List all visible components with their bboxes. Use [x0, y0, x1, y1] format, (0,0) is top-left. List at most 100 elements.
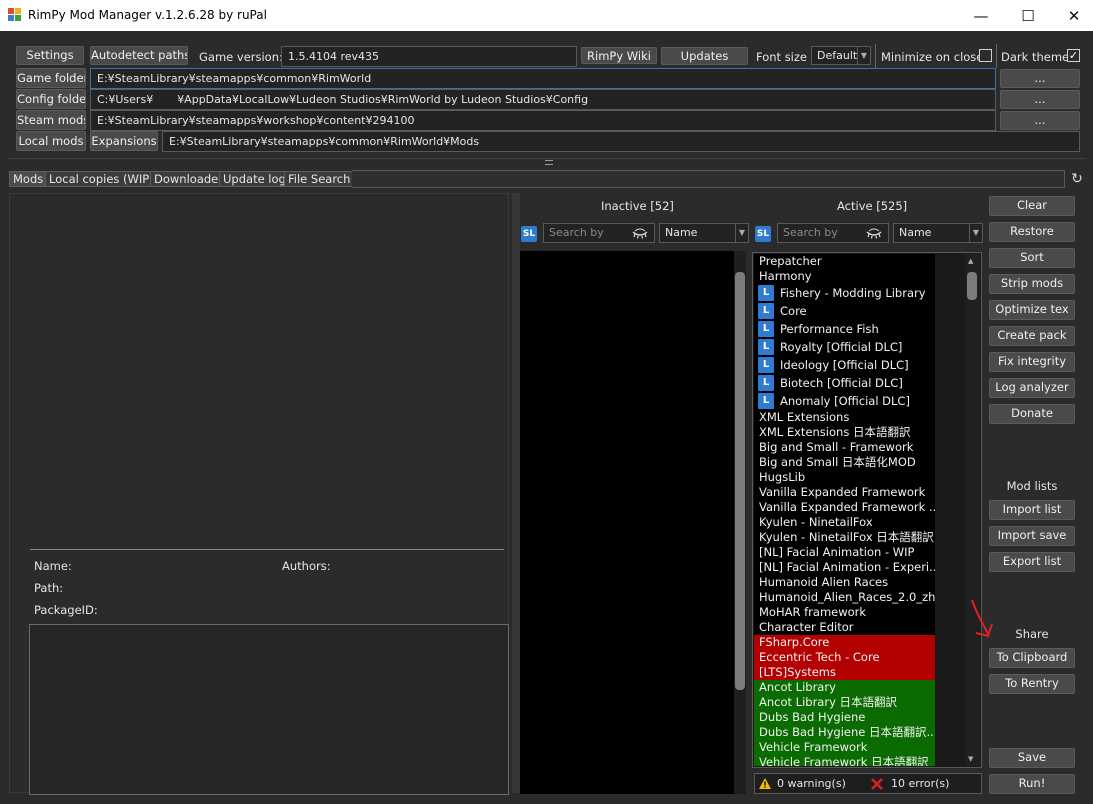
export-list-button[interactable]: Export list	[989, 552, 1075, 572]
list-item[interactable]: Prepatcher	[754, 254, 935, 269]
list-item[interactable]: Eccentric Tech - Core	[754, 650, 935, 665]
game-folder-button[interactable]: Game folder	[16, 68, 86, 88]
close-button[interactable]: ✕	[1051, 0, 1093, 31]
config-folder-button[interactable]: Config folder	[16, 89, 86, 109]
list-item[interactable]: L Biotech [Official DLC]	[754, 374, 935, 392]
list-item[interactable]: HugsLib	[754, 470, 935, 485]
steam-mods-browse-button[interactable]: ...	[1000, 111, 1080, 130]
active-scrollbar[interactable]: ▲ ▼	[965, 254, 980, 766]
updates-button[interactable]: Updates	[661, 47, 748, 65]
config-folder-field[interactable]: C:¥Users¥ ¥AppData¥LocalLow¥Ludeon Studio…	[90, 89, 996, 110]
status-bar: 0 warning(s) 10 error(s)	[754, 773, 982, 794]
eye-closed-icon[interactable]	[632, 226, 648, 240]
active-mod-list[interactable]: Prepatcher Harmony L Fishery - Modding Libr…	[754, 254, 935, 766]
active-scrollbar-thumb[interactable]	[967, 272, 977, 300]
inactive-scrollbar-thumb[interactable]	[735, 272, 745, 690]
list-item[interactable]: Humanoid Alien Races	[754, 575, 935, 590]
list-item-label: Humanoid Alien Races	[759, 575, 889, 589]
steam-mods-button[interactable]: Steam mods	[16, 110, 86, 130]
active-sort-select[interactable]: Name ▼	[893, 223, 983, 243]
expansions-button[interactable]: Expansions	[90, 131, 158, 151]
create-pack-button[interactable]: Create pack	[989, 326, 1075, 346]
list-item[interactable]: MoHAR framework	[754, 605, 935, 620]
list-item[interactable]: L Royalty [Official DLC]	[754, 338, 935, 356]
import-save-button[interactable]: Import save	[989, 526, 1075, 546]
optimize-tex-button[interactable]: Optimize tex	[989, 300, 1075, 320]
import-list-button[interactable]: Import list	[989, 500, 1075, 520]
list-item[interactable]: Dubs Bad Hygiene 日本語翻訳...	[754, 725, 935, 740]
mod-description-box[interactable]	[29, 624, 509, 795]
minimize-on-close-checkbox[interactable]	[979, 49, 992, 62]
list-item[interactable]: XML Extensions 日本語翻訳	[754, 425, 935, 440]
title-bar: RimPy Mod Manager v.1.2.6.28 by ruPal — …	[0, 0, 1093, 31]
list-item[interactable]: Ancot Library	[754, 680, 935, 695]
list-item[interactable]: [NL] Facial Animation - WIP	[754, 545, 935, 560]
sl-icon[interactable]: SL	[755, 226, 771, 242]
to-clipboard-button[interactable]: To Clipboard	[989, 648, 1075, 668]
run-button[interactable]: Run!	[989, 774, 1075, 794]
maximize-button[interactable]: ☐	[1005, 0, 1051, 31]
restore-button[interactable]: Restore	[989, 222, 1075, 242]
autodetect-paths-button[interactable]: Autodetect paths	[90, 46, 188, 65]
strip-mods-button[interactable]: Strip mods	[989, 274, 1075, 294]
font-size-select[interactable]: Default ▼	[811, 46, 871, 65]
chevron-down-icon: ▼	[857, 47, 870, 65]
list-item[interactable]: Harmony	[754, 269, 935, 284]
list-item[interactable]: Dubs Bad Hygiene	[754, 710, 935, 725]
list-item[interactable]: L Performance Fish	[754, 320, 935, 338]
refresh-icon[interactable]: ↻	[1069, 171, 1085, 187]
to-rentry-button[interactable]: To Rentry	[989, 674, 1075, 694]
list-item-label: Prepatcher	[759, 254, 822, 268]
steam-mods-field[interactable]: E:¥SteamLibrary¥steamapps¥workshop¥conte…	[90, 110, 996, 131]
tab-local-copies[interactable]: Local copies (WIP)	[45, 171, 158, 187]
tab-file-search[interactable]: File Search	[284, 171, 355, 187]
list-item[interactable]: [NL] Facial Animation - Experi...	[754, 560, 935, 575]
dark-theme-checkbox[interactable]: ✓	[1067, 49, 1080, 62]
sort-button[interactable]: Sort	[989, 248, 1075, 268]
list-item[interactable]: Vehicle Framework	[754, 740, 935, 755]
settings-button[interactable]: Settings	[16, 46, 84, 65]
game-folder-browse-button[interactable]: ...	[1000, 69, 1080, 88]
list-item[interactable]: FSharp.Core	[754, 635, 935, 650]
panel-splitter[interactable]	[512, 193, 520, 793]
mod-lists-label: Mod lists	[1006, 479, 1058, 493]
rimpy-wiki-button[interactable]: RimPy Wiki	[581, 47, 657, 64]
inactive-mod-list[interactable]	[520, 251, 734, 794]
tab-update-log[interactable]: Update log	[219, 171, 290, 187]
inactive-sort-select[interactable]: Name ▼	[659, 223, 749, 243]
list-item[interactable]: Big and Small - Framework	[754, 440, 935, 455]
list-item[interactable]: Vanilla Expanded Framework ...	[754, 500, 935, 515]
splitter-handle[interactable]	[8, 158, 1085, 165]
mod-authors-label: Authors:	[282, 559, 331, 573]
local-mods-button[interactable]: Local mods	[16, 131, 86, 151]
list-item[interactable]: L Fishery - Modding Library	[754, 284, 935, 302]
tab-mods[interactable]: Mods	[9, 171, 48, 187]
log-analyzer-button[interactable]: Log analyzer	[989, 378, 1075, 398]
expansions-field[interactable]: E:¥SteamLibrary¥steamapps¥common¥RimWorl…	[162, 131, 1080, 152]
list-item[interactable]: Kyulen - NinetailFox 日本語翻訳	[754, 530, 935, 545]
list-item[interactable]: XML Extensions	[754, 410, 935, 425]
list-item[interactable]: L Ideology [Official DLC]	[754, 356, 935, 374]
minimize-button[interactable]: —	[958, 0, 1004, 31]
sl-icon[interactable]: SL	[521, 226, 537, 242]
inactive-search-input[interactable]: Search by	[543, 223, 655, 243]
list-item[interactable]: Kyulen - NinetailFox	[754, 515, 935, 530]
list-item[interactable]: [LTS]Systems	[754, 665, 935, 680]
list-item[interactable]: Ancot Library 日本語翻訳	[754, 695, 935, 710]
tab-downloader[interactable]: Downloader	[150, 171, 227, 187]
save-button[interactable]: Save	[989, 748, 1075, 768]
eye-closed-icon[interactable]	[866, 226, 882, 240]
fix-integrity-button[interactable]: Fix integrity	[989, 352, 1075, 372]
active-search-input[interactable]: Search by	[777, 223, 889, 243]
config-folder-browse-button[interactable]: ...	[1000, 90, 1080, 109]
list-item[interactable]: L Anomaly [Official DLC]	[754, 392, 935, 410]
list-item[interactable]: Big and Small 日本語化MOD	[754, 455, 935, 470]
donate-button[interactable]: Donate	[989, 404, 1075, 424]
list-item[interactable]: Vehicle Framework 日本語翻訳	[754, 755, 935, 766]
list-item[interactable]: Character Editor	[754, 620, 935, 635]
list-item[interactable]: Vanilla Expanded Framework	[754, 485, 935, 500]
clear-button[interactable]: Clear	[989, 196, 1075, 216]
game-folder-field[interactable]: E:¥SteamLibrary¥steamapps¥common¥RimWorl…	[90, 68, 996, 89]
list-item[interactable]: Humanoid_Alien_Races_2.0_zh	[754, 590, 935, 605]
list-item[interactable]: L Core	[754, 302, 935, 320]
